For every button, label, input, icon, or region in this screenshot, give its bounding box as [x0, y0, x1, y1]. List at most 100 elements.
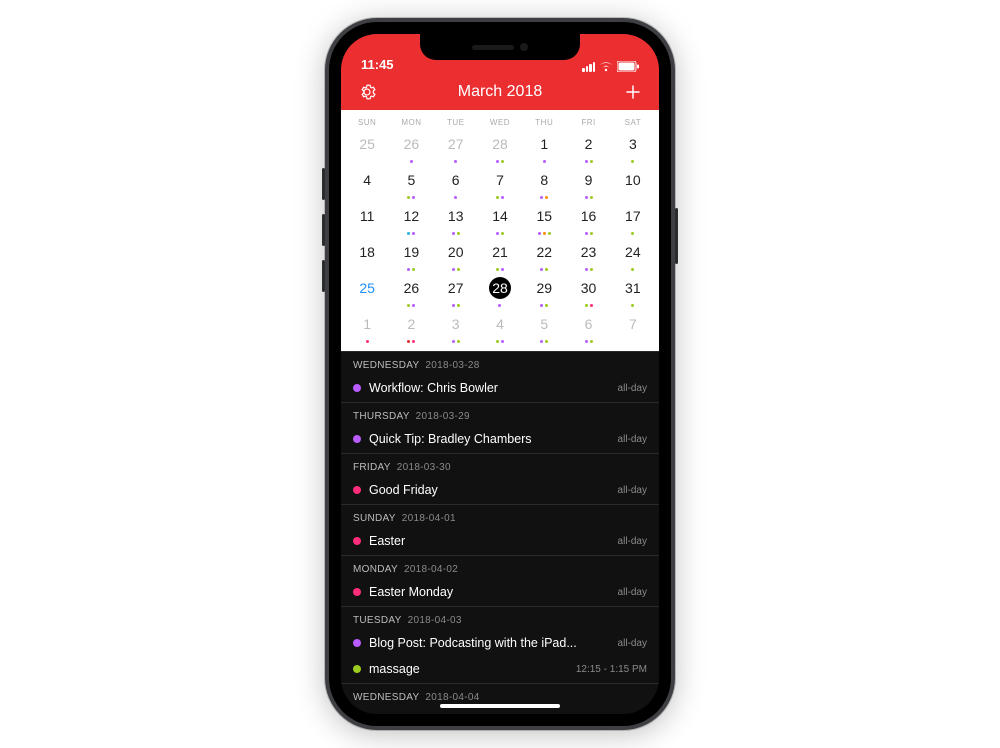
calendar-day[interactable]: 28 — [478, 274, 522, 308]
calendar-day[interactable]: 5 — [389, 166, 433, 200]
event-dots — [478, 340, 522, 343]
agenda-event[interactable]: Workflow: Chris Bowlerall-day — [341, 376, 659, 402]
battery-icon — [617, 61, 639, 72]
agenda-weekday: WEDNESDAY — [353, 360, 419, 371]
day-number: 22 — [533, 241, 555, 263]
calendar-day[interactable]: 3 — [611, 130, 655, 164]
month-grid: SUNMONTUEWEDTHUFRISAT 252627281234567891… — [341, 110, 659, 351]
home-indicator[interactable] — [440, 704, 560, 708]
calendar-day[interactable]: 20 — [434, 238, 478, 272]
calendar-day[interactable]: 1 — [522, 130, 566, 164]
agenda-date: 2018-04-04 — [425, 692, 479, 703]
agenda-list[interactable]: WEDNESDAY2018-03-28Workflow: Chris Bowle… — [341, 351, 659, 714]
calendar-day[interactable]: 26 — [389, 274, 433, 308]
calendar-day[interactable]: 28 — [478, 130, 522, 164]
event-dots — [478, 160, 522, 163]
event-color-dot — [353, 384, 361, 392]
agenda-section: TUESDAY2018-04-03Blog Post: Podcasting w… — [341, 606, 659, 683]
agenda-date: 2018-04-01 — [402, 513, 456, 524]
agenda-date: 2018-04-02 — [404, 564, 458, 575]
dow-label: MON — [389, 118, 433, 127]
event-title: Easter — [369, 534, 610, 548]
calendar-day[interactable]: 25 — [345, 274, 389, 308]
calendar-day[interactable]: 7 — [478, 166, 522, 200]
agenda-event[interactable]: Easter Mondayall-day — [341, 580, 659, 606]
calendar-day[interactable]: 18 — [345, 238, 389, 272]
calendar-day[interactable]: 5 — [522, 310, 566, 344]
day-number: 3 — [445, 313, 467, 335]
calendar-day[interactable]: 9 — [566, 166, 610, 200]
calendar-day[interactable]: 10 — [611, 166, 655, 200]
agenda-event[interactable]: massage12:15 - 1:15 PM — [341, 657, 659, 683]
agenda-event[interactable]: Blog Post: Podcasting with the iPad...al… — [341, 631, 659, 657]
calendar-day[interactable]: 17 — [611, 202, 655, 236]
agenda-section: SUNDAY2018-04-01Easterall-day — [341, 504, 659, 555]
event-dots — [389, 160, 433, 163]
day-number: 28 — [489, 133, 511, 155]
calendar-day[interactable]: 31 — [611, 274, 655, 308]
calendar-day[interactable]: 15 — [522, 202, 566, 236]
day-number: 5 — [533, 313, 555, 335]
calendar-day[interactable]: 3 — [434, 310, 478, 344]
agenda-date-header: SUNDAY2018-04-01 — [341, 505, 659, 529]
calendar-day[interactable]: 13 — [434, 202, 478, 236]
agenda-date-header: WEDNESDAY2018-03-28 — [341, 352, 659, 376]
calendar-day[interactable]: 2 — [389, 310, 433, 344]
agenda-event[interactable]: PVMHA Exec Meeting7:00 - 8:00 PM — [341, 708, 659, 714]
event-dots — [434, 160, 478, 163]
event-dots — [478, 196, 522, 199]
calendar-day[interactable]: 26 — [389, 130, 433, 164]
calendar-day[interactable]: 6 — [566, 310, 610, 344]
day-number: 3 — [622, 133, 644, 155]
calendar-day[interactable]: 16 — [566, 202, 610, 236]
calendar-day[interactable]: 27 — [434, 130, 478, 164]
event-dots — [389, 340, 433, 343]
agenda-weekday: MONDAY — [353, 564, 398, 575]
day-number: 30 — [578, 277, 600, 299]
event-dots — [522, 232, 566, 235]
calendar-day[interactable]: 4 — [478, 310, 522, 344]
agenda-event[interactable]: Easterall-day — [341, 529, 659, 555]
day-number: 2 — [400, 313, 422, 335]
calendar-day[interactable]: 23 — [566, 238, 610, 272]
event-dots — [566, 232, 610, 235]
calendar-day[interactable]: 1 — [345, 310, 389, 344]
calendar-day[interactable]: 14 — [478, 202, 522, 236]
event-color-dot — [353, 665, 361, 673]
calendar-day[interactable]: 25 — [345, 130, 389, 164]
agenda-event[interactable]: Quick Tip: Bradley Chambersall-day — [341, 427, 659, 453]
calendar-day[interactable]: 27 — [434, 274, 478, 308]
calendar-day[interactable]: 6 — [434, 166, 478, 200]
agenda-date: 2018-03-30 — [397, 462, 451, 473]
dow-label: THU — [522, 118, 566, 127]
agenda-weekday: WEDNESDAY — [353, 692, 419, 703]
day-number: 16 — [578, 205, 600, 227]
calendar-day[interactable]: 12 — [389, 202, 433, 236]
agenda-section: FRIDAY2018-03-30Good Fridayall-day — [341, 453, 659, 504]
agenda-event[interactable]: Good Fridayall-day — [341, 478, 659, 504]
dow-label: WED — [478, 118, 522, 127]
settings-button[interactable] — [355, 80, 379, 104]
wifi-icon — [599, 62, 613, 72]
calendar-day[interactable]: 30 — [566, 274, 610, 308]
calendar-day[interactable]: 21 — [478, 238, 522, 272]
event-time: all-day — [618, 383, 647, 394]
day-number: 27 — [445, 133, 467, 155]
day-number: 2 — [578, 133, 600, 155]
calendar-day[interactable]: 19 — [389, 238, 433, 272]
calendar-day[interactable]: 7 — [611, 310, 655, 344]
calendar-day[interactable]: 4 — [345, 166, 389, 200]
event-dots — [522, 196, 566, 199]
add-event-button[interactable] — [621, 80, 645, 104]
calendar-day[interactable]: 11 — [345, 202, 389, 236]
page-title[interactable]: March 2018 — [458, 83, 543, 101]
agenda-date-header: FRIDAY2018-03-30 — [341, 454, 659, 478]
event-dots — [389, 304, 433, 307]
calendar-day[interactable]: 8 — [522, 166, 566, 200]
calendar-day[interactable]: 24 — [611, 238, 655, 272]
day-number: 7 — [622, 313, 644, 335]
calendar-day[interactable]: 2 — [566, 130, 610, 164]
calendar-day[interactable]: 22 — [522, 238, 566, 272]
agenda-section: THURSDAY2018-03-29Quick Tip: Bradley Cha… — [341, 402, 659, 453]
calendar-day[interactable]: 29 — [522, 274, 566, 308]
